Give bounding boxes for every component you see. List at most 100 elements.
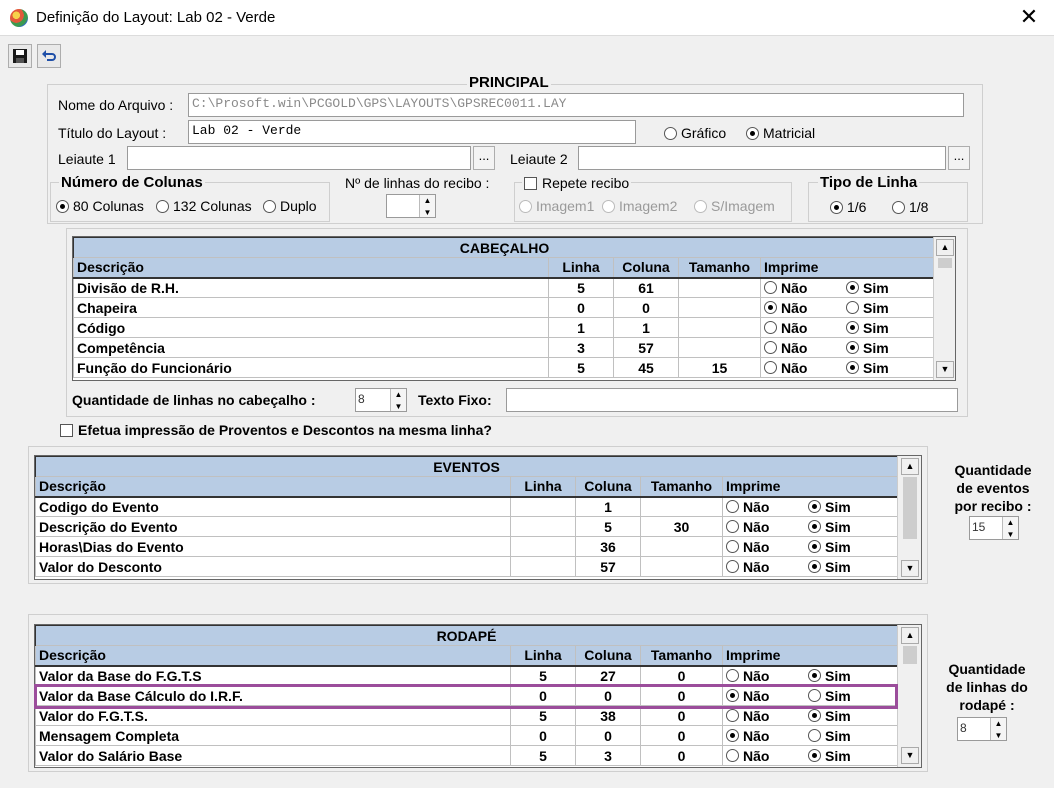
imagem1-radio[interactable]: Imagem1 — [519, 198, 594, 214]
imprime-sim-radio[interactable]: Sim — [846, 320, 916, 336]
scroll-thumb[interactable] — [903, 477, 917, 539]
row-tamanho[interactable] — [678, 337, 761, 358]
scroll-up-icon[interactable]: ▲ — [901, 627, 919, 644]
row-descricao[interactable]: Descrição do Evento — [35, 516, 511, 537]
qtd-eventos-stepper[interactable]: 15 ▲ ▼ — [969, 516, 1019, 540]
row-tamanho[interactable]: 30 — [640, 516, 723, 537]
linhas-recibo-updown[interactable]: ▲ ▼ — [419, 195, 435, 217]
imprime-sim-radio[interactable]: Sim — [808, 539, 878, 555]
scroll-down-icon[interactable]: ▼ — [936, 361, 954, 378]
row-coluna[interactable]: 27 — [575, 665, 641, 686]
row-descricao[interactable]: Codigo do Evento — [35, 496, 511, 517]
imprime-nao-radio[interactable]: Não — [726, 539, 798, 555]
row-tamanho[interactable] — [678, 317, 761, 338]
imprime-sim-radio[interactable]: Sim — [808, 499, 878, 515]
imprime-nao-radio[interactable]: Não — [764, 360, 836, 376]
row-linha[interactable]: 5 — [510, 665, 576, 686]
titulo-layout-field[interactable]: Lab 02 - Verde — [188, 120, 636, 144]
row-coluna[interactable]: 1 — [613, 317, 679, 338]
row-descricao[interactable]: Função do Funcionário — [73, 357, 549, 378]
table-row[interactable]: Divisão de R.H. 5 61 Não Sim — [73, 277, 937, 298]
table-row[interactable]: Código 1 1 Não Sim — [73, 317, 937, 338]
row-coluna[interactable]: 5 — [575, 516, 641, 537]
table-row[interactable]: Chapeira 0 0 Não Sim — [73, 297, 937, 318]
row-linha[interactable]: 5 — [548, 357, 614, 378]
imprime-nao-radio[interactable]: Não — [726, 499, 798, 515]
row-linha[interactable]: 3 — [548, 337, 614, 358]
row-coluna[interactable]: 0 — [575, 725, 641, 746]
imprime-sim-radio[interactable]: Sim — [846, 360, 916, 376]
rodape-scrollbar[interactable]: ▲ ▼ — [897, 625, 921, 767]
imprime-nao-radio[interactable]: Não — [726, 519, 798, 535]
texto-fixo-field[interactable] — [506, 388, 958, 412]
table-row[interactable]: Valor da Base do F.G.T.S 5 27 0 Não Sim — [35, 665, 899, 686]
cabecalho-scrollbar[interactable]: ▲ ▼ — [933, 237, 955, 380]
row-linha[interactable]: 1 — [548, 317, 614, 338]
matricial-radio[interactable]: Matricial — [746, 125, 815, 141]
row-linha[interactable]: 0 — [510, 725, 576, 746]
imprime-nao-radio[interactable]: Não — [726, 748, 798, 764]
row-tamanho[interactable]: 0 — [640, 745, 723, 766]
col80-radio[interactable]: 80 Colunas — [56, 198, 144, 214]
row-linha[interactable]: 5 — [548, 277, 614, 298]
simagem-radio[interactable]: S/Imagem — [694, 198, 775, 214]
efetua-checkbox[interactable]: Efetua impressão de Proventos e Desconto… — [60, 422, 492, 438]
qtd-linhas-cabecalho-updown[interactable]: ▲ ▼ — [390, 389, 406, 411]
row-coluna[interactable]: 0 — [613, 297, 679, 318]
imprime-nao-radio[interactable]: Não — [764, 280, 836, 296]
table-row[interactable]: Valor do Desconto 57 Não Sim — [35, 556, 899, 577]
imprime-nao-radio[interactable]: Não — [726, 728, 798, 744]
scroll-thumb[interactable] — [938, 258, 952, 268]
leiaute1-browse-button[interactable]: ... — [473, 146, 495, 170]
row-descricao[interactable]: Mensagem Completa — [35, 725, 511, 746]
row-linha[interactable] — [510, 556, 576, 577]
table-row[interactable]: Valor do Salário Base 5 3 0 Não Sim — [35, 745, 899, 766]
imprime-sim-radio[interactable]: Sim — [808, 728, 878, 744]
table-row[interactable]: Competência 3 57 Não Sim — [73, 337, 937, 358]
table-row[interactable]: Descrição do Evento 5 30 Não Sim — [35, 516, 899, 537]
row-linha[interactable] — [510, 516, 576, 537]
scroll-up-icon[interactable]: ▲ — [936, 239, 954, 256]
row-coluna[interactable]: 57 — [575, 556, 641, 577]
scroll-up-icon[interactable]: ▲ — [901, 458, 919, 475]
col132-radio[interactable]: 132 Colunas — [156, 198, 252, 214]
imprime-sim-radio[interactable]: Sim — [808, 708, 878, 724]
row-coluna[interactable]: 1 — [575, 496, 641, 517]
row-linha[interactable]: 0 — [548, 297, 614, 318]
table-row[interactable]: Codigo do Evento 1 Não Sim — [35, 496, 899, 517]
imprime-sim-radio[interactable]: Sim — [808, 748, 878, 764]
row-tamanho[interactable] — [678, 297, 761, 318]
imprime-sim-radio[interactable]: Sim — [808, 668, 878, 684]
duplo-radio[interactable]: Duplo — [263, 198, 317, 214]
imprime-sim-radio[interactable]: Sim — [808, 519, 878, 535]
scroll-thumb[interactable] — [903, 646, 917, 664]
table-row[interactable]: Horas\Dias do Evento 36 Não Sim — [35, 536, 899, 557]
imprime-nao-radio[interactable]: Não — [726, 708, 798, 724]
imagem2-radio[interactable]: Imagem2 — [602, 198, 677, 214]
row-tamanho[interactable] — [640, 556, 723, 577]
grafico-radio[interactable]: Gráfico — [664, 125, 726, 141]
leiaute1-field[interactable] — [127, 146, 471, 170]
row-tamanho[interactable]: 15 — [678, 357, 761, 378]
row-tamanho[interactable] — [640, 536, 723, 557]
imprime-sim-radio[interactable]: Sim — [846, 340, 916, 356]
undo-button[interactable] — [37, 44, 61, 68]
row-descricao[interactable]: Competência — [73, 337, 549, 358]
row-linha[interactable] — [510, 496, 576, 517]
row-linha[interactable] — [510, 536, 576, 557]
close-button[interactable]: ✕ — [1016, 4, 1042, 30]
imprime-sim-radio[interactable]: Sim — [808, 559, 878, 575]
repete-recibo-checkbox[interactable]: Repete recibo — [522, 175, 632, 191]
row-coluna[interactable]: 3 — [575, 745, 641, 766]
row-tamanho[interactable]: 0 — [640, 665, 723, 686]
imprime-sim-radio[interactable]: Sim — [846, 280, 916, 296]
row-coluna[interactable]: 36 — [575, 536, 641, 557]
eventos-scrollbar[interactable]: ▲ ▼ — [897, 456, 921, 579]
imprime-sim-radio[interactable]: Sim — [846, 300, 916, 316]
qtd-linhas-cabecalho-stepper[interactable]: 8 ▲ ▼ — [355, 388, 407, 412]
nome-arquivo-field[interactable]: C:\Prosoft.win\PCGOLD\GPS\LAYOUTS\GPSREC… — [188, 93, 964, 117]
tipo-linha-18-radio[interactable]: 1/8 — [892, 199, 928, 215]
qtd-eventos-updown[interactable]: ▲ ▼ — [1002, 517, 1018, 539]
row-coluna[interactable]: 57 — [613, 337, 679, 358]
tipo-linha-16-radio[interactable]: 1/6 — [830, 199, 866, 215]
